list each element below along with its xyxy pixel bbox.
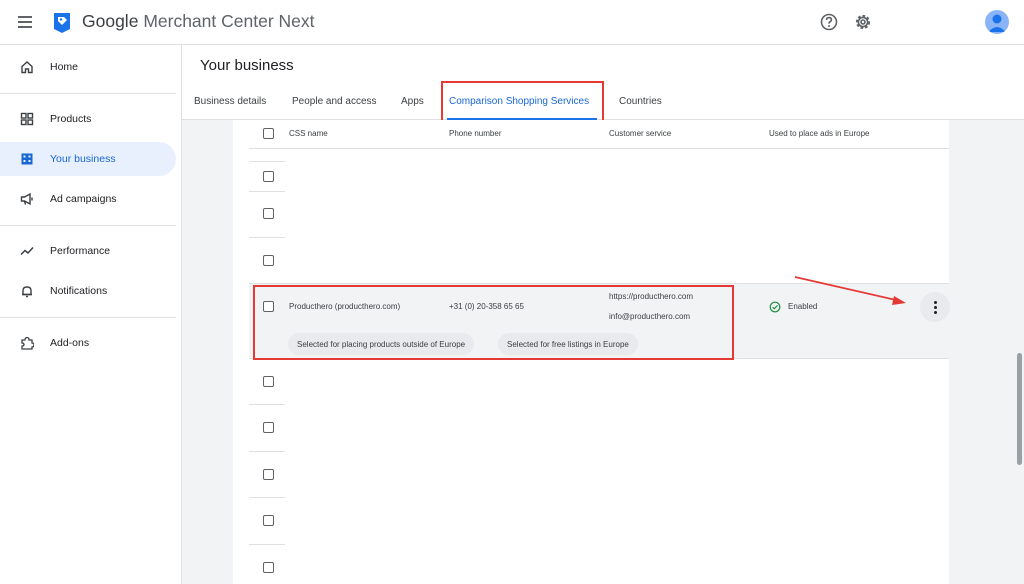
- column-header-phone-number: Phone number: [449, 129, 502, 138]
- column-header-css-name: CSS name: [289, 129, 328, 138]
- sidebar-item-add-ons[interactable]: Add-ons: [8, 326, 176, 360]
- select-all-checkbox[interactable]: [263, 128, 274, 139]
- row-divider: [249, 497, 285, 498]
- store-icon: [18, 150, 36, 168]
- tag-chip: Selected for placing products outside of…: [288, 333, 475, 355]
- tab-people-and-access[interactable]: People and access: [292, 96, 377, 107]
- row-divider: [249, 358, 949, 359]
- help-icon[interactable]: [819, 12, 839, 32]
- row-divider: [249, 191, 285, 192]
- sidebar-item-label: Products: [50, 113, 92, 125]
- app-title: Google Merchant Center Next: [82, 11, 315, 32]
- sidebar-item-label: Home: [50, 61, 79, 73]
- row-divider: [249, 404, 285, 405]
- tag-chip: Selected for free listings in Europe: [498, 333, 638, 355]
- sidebar-item-products[interactable]: Products: [8, 102, 176, 136]
- sidebar-divider: [0, 317, 176, 318]
- brand-google: Google: [82, 11, 139, 31]
- row-divider: [249, 544, 285, 545]
- sidebar-item-performance[interactable]: Performance: [8, 234, 176, 268]
- tab-business-details[interactable]: Business details: [194, 96, 266, 107]
- tab-countries[interactable]: Countries: [619, 96, 662, 107]
- css-table: CSS name Phone number Customer service U…: [233, 120, 950, 584]
- row-checkbox[interactable]: [263, 208, 274, 219]
- sidebar-item-label: Performance: [50, 245, 111, 257]
- header-divider: [249, 148, 949, 149]
- customer-service-url: https://producthero.com: [609, 292, 694, 301]
- row-checkbox[interactable]: [263, 562, 274, 573]
- column-header-customer-service: Customer service: [609, 129, 672, 138]
- products-icon: [18, 110, 36, 128]
- css-name-cell: Producthero (producthero.com): [289, 302, 401, 311]
- sidebar-item-ad-campaigns[interactable]: Ad campaigns: [8, 182, 176, 216]
- row-checkbox[interactable]: [263, 255, 274, 266]
- menu-icon[interactable]: [16, 12, 36, 32]
- top-app-bar: Google Merchant Center Next: [0, 0, 1024, 45]
- page-header: Your business Business details People an…: [182, 45, 1024, 120]
- merchant-center-logo: [54, 13, 70, 33]
- row-checkbox[interactable]: [263, 171, 274, 182]
- sidebar-item-label: Ad campaigns: [50, 193, 117, 205]
- account-icon: [988, 14, 1006, 32]
- sidebar: Home Products Your business Ad campaigns: [0, 45, 182, 584]
- puzzle-icon: [18, 334, 36, 352]
- megaphone-icon: [18, 190, 36, 208]
- more-options-icon[interactable]: [920, 292, 950, 322]
- row-checkbox[interactable]: [263, 469, 274, 480]
- bell-icon: [18, 282, 36, 300]
- page-title: Your business: [200, 57, 294, 74]
- sidebar-item-your-business[interactable]: Your business: [0, 142, 176, 176]
- phone-number-cell: +31 (0) 20-358 65 65: [449, 302, 524, 311]
- row-checkbox[interactable]: [263, 301, 274, 312]
- check-circle-icon: [769, 301, 781, 313]
- row-checkbox[interactable]: [263, 376, 274, 387]
- trending-icon: [18, 242, 36, 260]
- row-checkbox[interactable]: [263, 515, 274, 526]
- customer-service-email: info@producthero.com: [609, 312, 691, 321]
- brand-product: Merchant Center Next: [143, 11, 315, 31]
- home-icon: [18, 58, 36, 76]
- sidebar-item-home[interactable]: Home: [8, 50, 176, 84]
- tab-comparison-shopping-services[interactable]: Comparison Shopping Services: [449, 96, 589, 107]
- status-badge: Enabled: [788, 302, 818, 311]
- sidebar-item-label: Your business: [50, 153, 116, 165]
- vertical-scrollbar[interactable]: [1017, 353, 1022, 465]
- avatar[interactable]: [985, 10, 1009, 34]
- main-content: CSS name Phone number Customer service U…: [182, 120, 1024, 584]
- sidebar-item-label: Notifications: [50, 285, 108, 297]
- sidebar-item-notifications[interactable]: Notifications: [8, 274, 176, 308]
- column-header-used-in-europe: Used to place ads in Europe: [769, 129, 870, 138]
- sidebar-divider: [0, 93, 176, 94]
- gear-icon[interactable]: [853, 12, 873, 32]
- row-divider: [249, 237, 285, 238]
- sidebar-item-label: Add-ons: [50, 337, 90, 349]
- row-checkbox[interactable]: [263, 422, 274, 433]
- row-divider: [249, 451, 285, 452]
- tab-apps[interactable]: Apps: [401, 96, 424, 107]
- row-divider: [249, 161, 285, 162]
- sidebar-divider: [0, 225, 176, 226]
